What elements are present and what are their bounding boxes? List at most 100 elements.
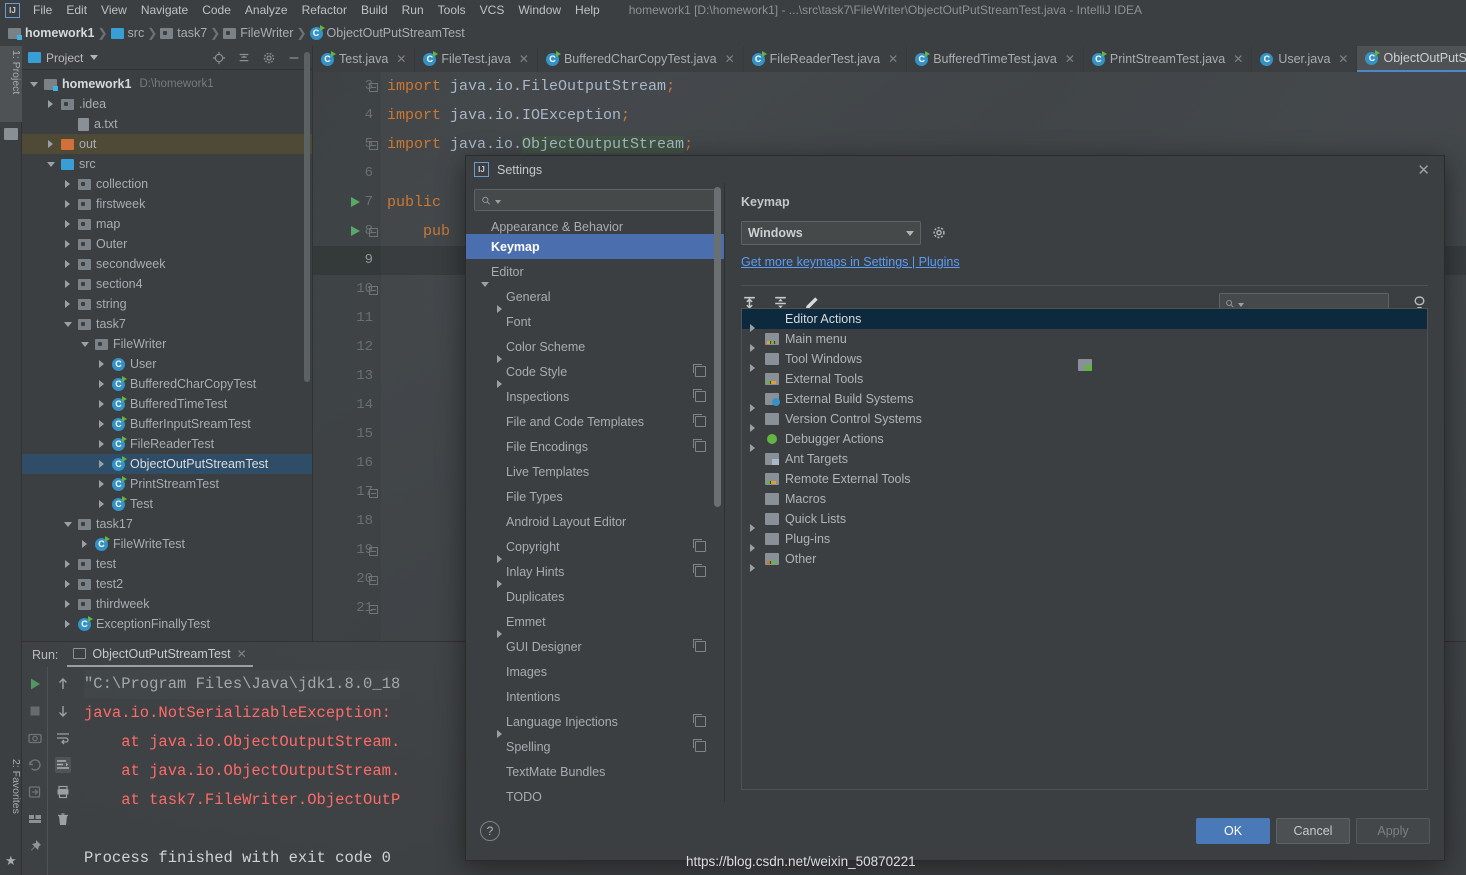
close-icon[interactable]: ✕: [1411, 161, 1436, 179]
tree-node[interactable]: C BufferedCharCopyTest: [22, 374, 312, 394]
gear-icon[interactable]: [931, 225, 947, 241]
settings-tree-item-duplicates[interactable]: Duplicates: [466, 584, 724, 609]
apply-button[interactable]: Apply: [1356, 818, 1430, 844]
chevron-right-icon[interactable]: [98, 359, 107, 369]
run-icon[interactable]: [27, 676, 43, 692]
close-icon[interactable]: ✕: [1065, 52, 1075, 66]
tree-node[interactable]: task7: [22, 314, 312, 334]
copy-settings-icon[interactable]: [693, 639, 706, 652]
code-line[interactable]: import java.io.FileOutputStream;: [381, 72, 1466, 101]
tree-node[interactable]: string: [22, 294, 312, 314]
copy-settings-icon[interactable]: [693, 564, 706, 577]
close-icon[interactable]: ✕: [1338, 52, 1348, 66]
chevron-right-icon[interactable]: [98, 479, 107, 489]
tree-node[interactable]: C ExceptionFinallyTest: [22, 614, 312, 634]
tree-node[interactable]: test2: [22, 574, 312, 594]
settings-tree-item-code-style[interactable]: Code Style: [466, 359, 724, 388]
tree-node[interactable]: C FileWriteTest: [22, 534, 312, 554]
project-tree[interactable]: homework1 D:\homework1 .idea a.txt out src col…: [22, 70, 312, 640]
menu-item-navigate[interactable]: Navigate: [134, 1, 195, 19]
menu-item-view[interactable]: View: [94, 1, 134, 19]
chevron-right-icon[interactable]: [64, 199, 73, 209]
editor-tab[interactable]: C BufferedTimeTest.java ✕: [907, 46, 1084, 72]
tree-node[interactable]: collection: [22, 174, 312, 194]
keymap-tree-item-ant-targets[interactable]: Ant Targets: [742, 449, 1427, 469]
chevron-right-icon[interactable]: [64, 599, 73, 609]
tree-node[interactable]: homework1 D:\homework1: [22, 74, 312, 94]
chevron-down-icon[interactable]: [64, 520, 73, 529]
settings-tree-item-images[interactable]: Images: [466, 659, 724, 684]
fold-icon[interactable]: [369, 547, 378, 556]
chevron-right-icon[interactable]: [98, 419, 107, 429]
tree-node[interactable]: C Test: [22, 494, 312, 514]
chevron-right-icon[interactable]: [98, 459, 107, 469]
export-icon[interactable]: [27, 784, 43, 800]
tree-node[interactable]: secondweek: [22, 254, 312, 274]
menu-item-refactor[interactable]: Refactor: [295, 1, 354, 19]
sidebar-item-project[interactable]: 1: Project: [0, 46, 22, 122]
tree-node[interactable]: FileWriter: [22, 334, 312, 354]
keymap-actions-tree[interactable]: Editor Actions Main menu Tool Windows Exter…: [741, 308, 1428, 790]
sidebar-item-favorites[interactable]: 2: Favorites: [0, 755, 22, 847]
close-icon[interactable]: ✕: [237, 647, 247, 661]
camera-icon[interactable]: [27, 730, 43, 746]
settings-tree-item-spelling[interactable]: Spelling: [466, 734, 724, 759]
keymap-tree-item-other[interactable]: Other: [742, 549, 1427, 572]
keymap-tree-item-main-menu[interactable]: Main menu: [742, 329, 1427, 352]
chevron-right-icon[interactable]: [64, 559, 73, 569]
tree-node[interactable]: C BufferInputSreamTest: [22, 414, 312, 434]
tree-node[interactable]: C ObjectOutPutStreamTest: [22, 454, 312, 474]
copy-settings-icon[interactable]: [693, 539, 706, 552]
breadcrumb-item-homework1[interactable]: homework1: [8, 26, 94, 40]
tree-node[interactable]: thirdweek: [22, 594, 312, 614]
menu-item-edit[interactable]: Edit: [59, 1, 94, 19]
settings-tree-item-copyright[interactable]: Copyright: [466, 534, 724, 563]
rerun-failed-icon[interactable]: [27, 757, 43, 773]
copy-settings-icon[interactable]: [693, 714, 706, 727]
settings-tree-scrollbar[interactable]: [714, 187, 721, 507]
copy-settings-icon[interactable]: [693, 414, 706, 427]
menu-item-analyze[interactable]: Analyze: [238, 1, 295, 19]
tree-node[interactable]: src: [22, 154, 312, 174]
menu-item-tools[interactable]: Tools: [431, 1, 473, 19]
editor-tab-bar[interactable]: C Test.java ✕ C FileTest.java ✕ C BufferedCharC…: [313, 46, 1466, 72]
menu-item-vcs[interactable]: VCS: [473, 1, 512, 19]
editor-tab[interactable]: C User.java ✕: [1252, 46, 1358, 72]
menu-item-run[interactable]: Run: [395, 1, 431, 19]
chevron-right-icon[interactable]: [64, 179, 73, 189]
keymap-tree-item-version-control-systems[interactable]: Version Control Systems: [742, 409, 1427, 432]
editor-tab[interactable]: C Test.java ✕: [313, 46, 416, 72]
chevron-down-icon[interactable]: [90, 55, 99, 60]
chevron-right-icon[interactable]: [64, 279, 73, 289]
settings-tree-item-color-scheme[interactable]: Color Scheme: [466, 334, 724, 363]
keymap-tree-item-external-tools[interactable]: External Tools: [742, 369, 1427, 389]
tree-node[interactable]: C BufferedTimeTest: [22, 394, 312, 414]
settings-tree-item-emmet[interactable]: Emmet: [466, 609, 724, 638]
keymap-select[interactable]: Windows: [741, 221, 921, 245]
close-icon[interactable]: ✕: [725, 52, 735, 66]
cancel-button[interactable]: Cancel: [1276, 818, 1350, 844]
help-button[interactable]: ?: [480, 821, 500, 841]
chevron-right-icon[interactable]: [47, 99, 56, 109]
copy-settings-icon[interactable]: [693, 389, 706, 402]
settings-tree-item-keymap[interactable]: Keymap: [466, 234, 724, 259]
editor-tab[interactable]: C FileReaderTest.java ✕: [744, 46, 908, 72]
settings-tree-item-intentions[interactable]: Intentions: [466, 684, 724, 709]
hide-icon[interactable]: [287, 51, 301, 65]
tree-node[interactable]: C FileReaderTest: [22, 434, 312, 454]
settings-tree-item-textmate-bundles[interactable]: TextMate Bundles: [466, 759, 724, 784]
chevron-right-icon[interactable]: [64, 299, 73, 309]
chevron-down-icon[interactable]: [30, 80, 39, 89]
keymap-tree-item-external-build-systems[interactable]: External Build Systems: [742, 389, 1427, 412]
chevron-right-icon[interactable]: [64, 219, 73, 229]
chevron-right-icon[interactable]: [98, 499, 107, 509]
fold-icon[interactable]: [369, 576, 378, 585]
soft-wrap-icon[interactable]: [55, 730, 71, 746]
run-gutter-icon[interactable]: [351, 197, 360, 207]
tree-node[interactable]: Outer: [22, 234, 312, 254]
settings-tree-item-gui-designer[interactable]: GUI Designer: [466, 634, 724, 659]
run-tab[interactable]: ObjectOutPutStreamTest ✕: [67, 642, 253, 667]
pin-icon[interactable]: [27, 838, 43, 854]
breadcrumb-item-filewriter[interactable]: FileWriter: [223, 26, 293, 40]
settings-tree-item-android-layout-editor[interactable]: Android Layout Editor: [466, 509, 724, 534]
